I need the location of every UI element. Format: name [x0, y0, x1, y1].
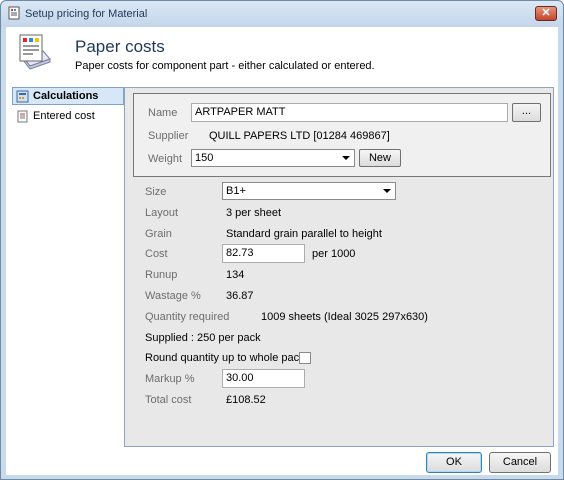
total-label: Total cost: [145, 394, 192, 406]
quantity-value: 1009 sheets (Ideal 3025 297x630): [261, 311, 428, 323]
cost-label: Cost: [145, 248, 168, 260]
size-select[interactable]: B1+: [222, 182, 396, 200]
weight-label: Weight: [148, 153, 183, 165]
nav-label-entered-cost: Entered cost: [33, 110, 95, 122]
wastage-label: Wastage %: [145, 290, 201, 302]
quantity-label: Quantity required: [145, 311, 230, 323]
page-subtitle: Paper costs for component part - either …: [75, 60, 375, 72]
ok-button[interactable]: OK: [426, 452, 482, 473]
nav-label-calculations: Calculations: [33, 90, 99, 102]
round-label: Round quantity up to whole packs: [145, 352, 311, 364]
calculator-icon: [16, 90, 29, 103]
side-nav: Calculations Entered cost: [12, 87, 124, 127]
name-label: Name: [148, 107, 178, 119]
chevron-down-icon: [342, 156, 350, 160]
close-button[interactable]: ✕: [535, 6, 557, 21]
browse-button[interactable]: ...: [512, 103, 541, 122]
calculation-panel: Name ARTPAPER MATT ... Supplier QUILL PA…: [124, 87, 554, 447]
supplier-value: QUILL PAPERS LTD [01284 469867]: [209, 130, 390, 142]
title-bar[interactable]: Setup pricing for Material ✕: [1, 1, 563, 27]
nav-item-calculations[interactable]: Calculations: [12, 87, 124, 105]
name-field[interactable]: ARTPAPER MATT: [191, 103, 508, 122]
dialog-window: Setup pricing for Material ✕ Paper costs…: [0, 0, 564, 480]
runup-value: 134: [226, 269, 245, 281]
total-value: £108.52: [226, 394, 266, 406]
nav-item-entered-cost[interactable]: Entered cost: [12, 107, 124, 125]
markup-field[interactable]: 30.00: [222, 369, 305, 388]
cost-field[interactable]: 82.73: [222, 244, 305, 263]
ok-label: OK: [446, 456, 462, 468]
weight-value: 150: [195, 152, 214, 164]
weight-select[interactable]: 150: [191, 149, 355, 167]
material-group: Name ARTPAPER MATT ... Supplier QUILL PA…: [133, 93, 551, 177]
cancel-button[interactable]: Cancel: [489, 452, 551, 473]
runup-label: Runup: [145, 269, 178, 281]
document-icon: [17, 110, 28, 123]
wastage-value: 36.87: [226, 290, 254, 302]
cost-unit: per 1000: [312, 248, 356, 260]
app-icon: [8, 6, 20, 20]
size-label: Size: [145, 186, 167, 198]
page-title: Paper costs: [75, 37, 165, 56]
paper-stack-icon: [19, 34, 51, 70]
markup-label: Markup %: [145, 373, 195, 385]
header: Paper costs Paper costs for component pa…: [6, 27, 558, 79]
supplied-text: Supplied : 250 per pack: [145, 332, 261, 344]
layout-label: Layout: [145, 207, 179, 219]
new-weight-button[interactable]: New: [359, 149, 401, 167]
supplier-label: Supplier: [148, 130, 189, 142]
cancel-label: Cancel: [502, 456, 538, 468]
close-icon: ✕: [541, 7, 551, 19]
size-value: B1+: [226, 185, 246, 197]
grain-label: Grain: [145, 228, 172, 240]
round-checkbox[interactable]: [299, 352, 311, 364]
chevron-down-icon: [383, 189, 391, 193]
dialog-client: Paper costs Paper costs for component pa…: [6, 27, 558, 475]
window-title: Setup pricing for Material: [25, 8, 148, 20]
grain-value: Standard grain parallel to height: [226, 228, 382, 240]
layout-value: 3 per sheet: [226, 207, 282, 219]
